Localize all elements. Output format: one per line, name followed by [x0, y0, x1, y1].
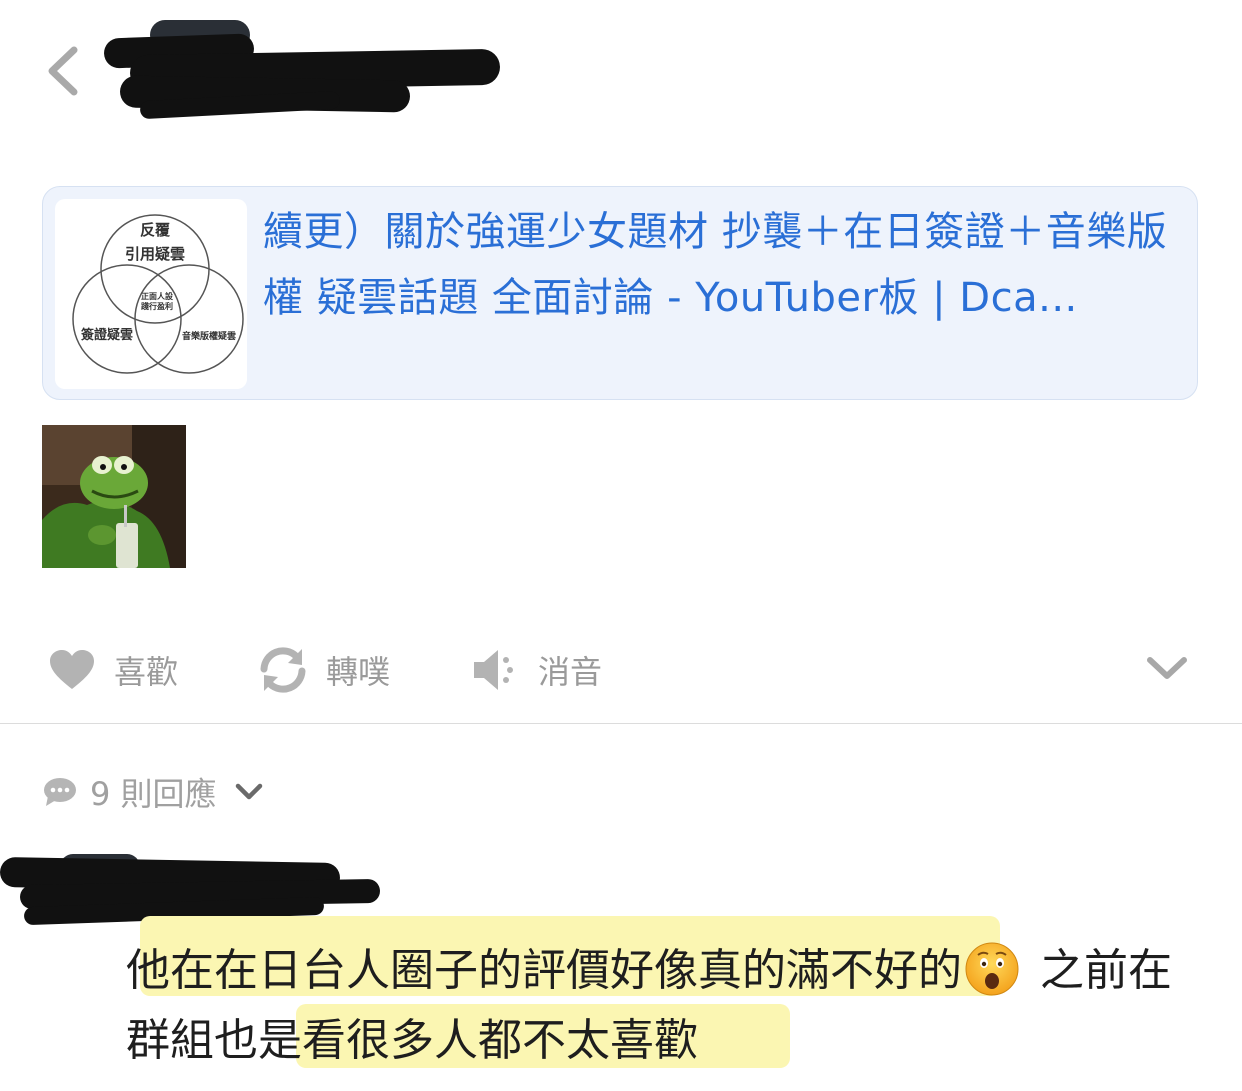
venn-left-label: 簽證疑雲	[81, 327, 133, 343]
link-thumbnail: 反覆 引用疑雲 正面人設 踐行盈利 簽證疑雲 音樂版權疑雲	[55, 199, 247, 389]
author-name-redacted	[100, 18, 510, 128]
venn-center-label-2: 踐行盈利	[141, 301, 173, 311]
venn-center-label-1: 正面人設	[141, 291, 174, 301]
replurk-label: 轉噗	[326, 653, 391, 691]
venn-top-label-1: 反覆	[140, 221, 171, 239]
mute-button[interactable]: 消音	[472, 644, 602, 696]
venn-diagram-image: 反覆 引用疑雲 正面人設 踐行盈利 簽證疑雲 音樂版權疑雲	[72, 214, 244, 374]
chevron-down-icon	[1147, 657, 1187, 679]
like-label: 喜歡	[114, 653, 179, 691]
more-options-button[interactable]	[1146, 654, 1188, 684]
mute-label: 消音	[538, 653, 603, 691]
reply-text-part1: 他在在日台人圈子的評價好像真的滿不好的	[126, 945, 962, 996]
reply-author-redacted	[0, 846, 390, 926]
link-preview-card[interactable]: 反覆 引用疑雲 正面人設 踐行盈利 簽證疑雲 音樂版權疑雲 續更）關於強運少女題…	[42, 186, 1198, 400]
heart-icon	[48, 649, 96, 691]
responses-toggle[interactable]: 9 則回應	[42, 768, 263, 816]
responses-count-label: 9 則回應	[90, 775, 217, 813]
venn-top-label-2: 引用疑雲	[125, 245, 185, 263]
back-button[interactable]	[42, 44, 86, 98]
like-button[interactable]: 喜歡	[48, 644, 178, 696]
replurk-button[interactable]: 轉噗	[258, 644, 390, 696]
chevron-left-icon	[48, 46, 78, 96]
speech-bubble-icon	[42, 776, 78, 808]
reply-text: 他在在日台人圈子的評價好像真的滿不好的 之前在群組也是看很多人都不太喜歡	[126, 936, 1186, 1076]
chevron-down-icon	[235, 782, 263, 802]
refresh-icon	[258, 647, 308, 693]
venn-right-label: 音樂版權疑雲	[182, 330, 236, 342]
kermit-sticker-image[interactable]	[42, 425, 186, 568]
link-title[interactable]: 續更）關於強運少女題材 抄襲＋在日簽證＋音樂版權 疑雲話題 全面討論 - You…	[263, 199, 1183, 331]
speaker-mute-icon	[472, 648, 520, 692]
astonished-face-emoji	[964, 941, 1020, 997]
divider	[0, 723, 1242, 724]
